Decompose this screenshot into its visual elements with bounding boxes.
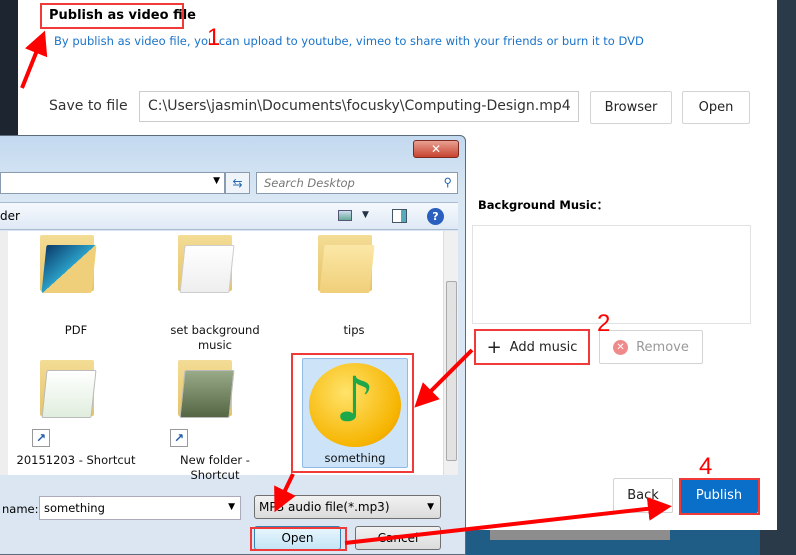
arrow-4 (344, 496, 672, 545)
arrow-1 (20, 30, 48, 89)
arrow-2 (414, 348, 474, 408)
annotation-arrows (20, 30, 672, 545)
arrow-3 (274, 473, 296, 513)
